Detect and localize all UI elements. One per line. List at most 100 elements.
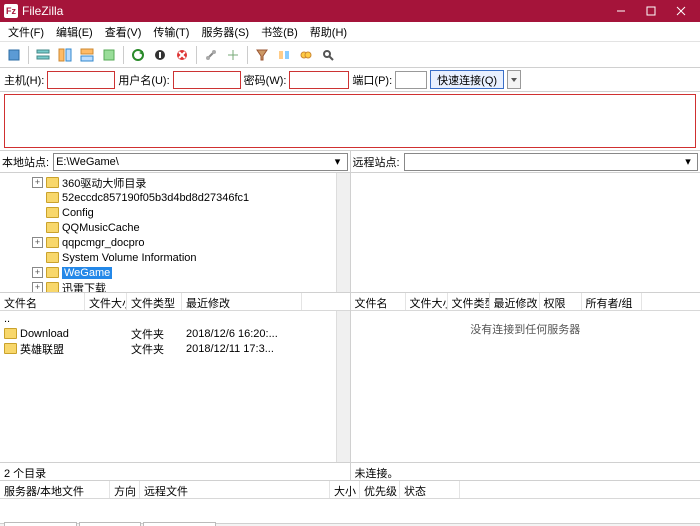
column-header[interactable]: 远程文件	[140, 481, 330, 498]
maximize-button[interactable]	[636, 0, 666, 22]
column-header[interactable]: 大小	[330, 481, 360, 498]
username-label: 用户名(U):	[118, 72, 169, 88]
cancel-button[interactable]	[172, 45, 192, 65]
column-header[interactable]: 方向	[110, 481, 140, 498]
remote-list-body[interactable]: 没有连接到任何服务器	[351, 311, 700, 462]
sync-browse-button[interactable]	[296, 45, 316, 65]
password-input[interactable]	[289, 71, 349, 89]
toggle-log-button[interactable]	[33, 45, 53, 65]
toggle-remote-tree-button[interactable]	[77, 45, 97, 65]
password-label: 密码(W):	[244, 72, 287, 88]
tree-label: 迅雷下载	[62, 280, 106, 293]
column-header[interactable]: 权限	[540, 293, 582, 310]
tree-item[interactable]: +360驱动大师目录	[4, 175, 346, 190]
disconnect-button[interactable]	[201, 45, 221, 65]
folder-icon	[46, 207, 59, 218]
remote-tree[interactable]	[351, 173, 700, 292]
tree-item[interactable]: + WeGame	[4, 265, 346, 280]
username-input[interactable]	[173, 71, 241, 89]
local-list-body[interactable]: ..Download文件夹2018/12/6 16:20:...英雄联盟文件夹2…	[0, 311, 350, 462]
filter-button[interactable]	[252, 45, 272, 65]
list-item[interactable]: Download文件夹2018/12/6 16:20:...	[0, 326, 350, 341]
menu-file[interactable]: 文件(F)	[2, 22, 50, 42]
column-header[interactable]: 文件类型	[448, 293, 490, 310]
column-header[interactable]: 最近修改	[182, 293, 302, 310]
titlebar: Fz FileZilla	[0, 0, 700, 22]
tree-label: qqpcmgr_docpro	[62, 237, 145, 249]
column-header[interactable]: 文件名	[0, 293, 85, 310]
expand-icon[interactable]: +	[32, 237, 43, 248]
port-input[interactable]	[395, 71, 427, 89]
scrollbar[interactable]	[336, 311, 350, 462]
tree-label: 52eccdc857190f05b3d4bd8d27346fc1	[62, 192, 249, 204]
menu-bookmarks[interactable]: 书签(B)	[255, 22, 304, 42]
tab-queued[interactable]: 列队的文件	[4, 522, 77, 526]
search-button[interactable]	[318, 45, 338, 65]
local-path-value: E:\WeGame\	[56, 156, 330, 168]
toolbar-separator	[28, 46, 29, 64]
compare-button[interactable]	[274, 45, 294, 65]
tab-success[interactable]: 成功的传输	[143, 522, 216, 526]
tree-item[interactable]: QQMusicCache	[4, 220, 346, 235]
column-header[interactable]: 最近修改	[490, 293, 540, 310]
site-manager-button[interactable]	[4, 45, 24, 65]
toggle-queue-button[interactable]	[99, 45, 119, 65]
tab-failed[interactable]: 传输失败	[79, 522, 141, 526]
quickconnect-button[interactable]: 快速连接(Q)	[430, 70, 504, 89]
scrollbar[interactable]	[336, 173, 350, 292]
close-button[interactable]	[666, 0, 696, 22]
process-queue-button[interactable]	[150, 45, 170, 65]
local-path-combo[interactable]: E:\WeGame\ ▾	[53, 153, 347, 171]
port-label: 端口(P):	[352, 72, 392, 88]
queue-body[interactable]	[0, 499, 700, 523]
menu-server[interactable]: 服务器(S)	[195, 22, 255, 42]
folder-icon	[4, 343, 17, 354]
expand-icon[interactable]: +	[32, 267, 43, 278]
refresh-button[interactable]	[128, 45, 148, 65]
folder-icon	[46, 192, 59, 203]
expand-icon[interactable]: +	[32, 282, 43, 292]
column-header[interactable]: 状态	[400, 481, 460, 498]
column-header[interactable]: 所有者/组	[582, 293, 642, 310]
chevron-down-icon[interactable]: ▾	[681, 155, 695, 168]
status-row: 2 个目录 未连接。	[0, 462, 700, 480]
list-item[interactable]: 英雄联盟文件夹2018/12/11 17:3...	[0, 341, 350, 356]
reconnect-button[interactable]	[223, 45, 243, 65]
tree-item[interactable]: + 迅雷下载	[4, 280, 346, 292]
host-input[interactable]	[47, 71, 115, 89]
column-header[interactable]: 文件名	[351, 293, 406, 310]
menu-help[interactable]: 帮助(H)	[304, 22, 353, 42]
column-header[interactable]: 优先级	[360, 481, 400, 498]
app-logo-icon: Fz	[4, 4, 18, 18]
column-header[interactable]: 文件大小	[85, 293, 127, 310]
expand-icon[interactable]: +	[32, 177, 43, 188]
minimize-button[interactable]	[606, 0, 636, 22]
remote-status: 未连接。	[351, 463, 700, 480]
menu-view[interactable]: 查看(V)	[99, 22, 148, 42]
remote-file-list: 文件名文件大小文件类型最近修改权限所有者/组 没有连接到任何服务器	[351, 293, 700, 462]
local-site-label: 本地站点:	[2, 154, 49, 170]
message-log[interactable]	[4, 94, 696, 148]
list-item[interactable]: ..	[0, 311, 350, 326]
site-path-row: 本地站点: E:\WeGame\ ▾ 远程站点: ▾	[0, 150, 700, 172]
menu-transfer[interactable]: 传输(T)	[147, 22, 195, 42]
tree-item[interactable]: System Volume Information	[4, 250, 346, 265]
folder-icon	[4, 328, 17, 339]
tree-item[interactable]: + qqpcmgr_docpro	[4, 235, 346, 250]
window-title: FileZilla	[22, 4, 606, 18]
tree-label: WeGame	[62, 267, 112, 279]
column-header[interactable]: 服务器/本地文件	[0, 481, 110, 498]
local-status: 2 个目录	[0, 463, 351, 480]
local-tree[interactable]: +360驱动大师目录 52eccdc857190f05b3d4bd8d27346f…	[0, 173, 351, 292]
tree-item[interactable]: 52eccdc857190f05b3d4bd8d27346fc1	[4, 190, 346, 205]
folder-icon	[46, 252, 59, 263]
remote-path-combo[interactable]: ▾	[404, 153, 698, 171]
quickconnect-history-dropdown[interactable]	[507, 70, 521, 89]
menu-edit[interactable]: 编辑(E)	[50, 22, 99, 42]
column-header[interactable]: 文件大小	[406, 293, 448, 310]
tree-item[interactable]: Config	[4, 205, 346, 220]
menubar: 文件(F) 编辑(E) 查看(V) 传输(T) 服务器(S) 书签(B) 帮助(…	[0, 22, 700, 42]
column-header[interactable]: 文件类型	[127, 293, 182, 310]
toggle-local-tree-button[interactable]	[55, 45, 75, 65]
chevron-down-icon[interactable]: ▾	[331, 155, 345, 168]
